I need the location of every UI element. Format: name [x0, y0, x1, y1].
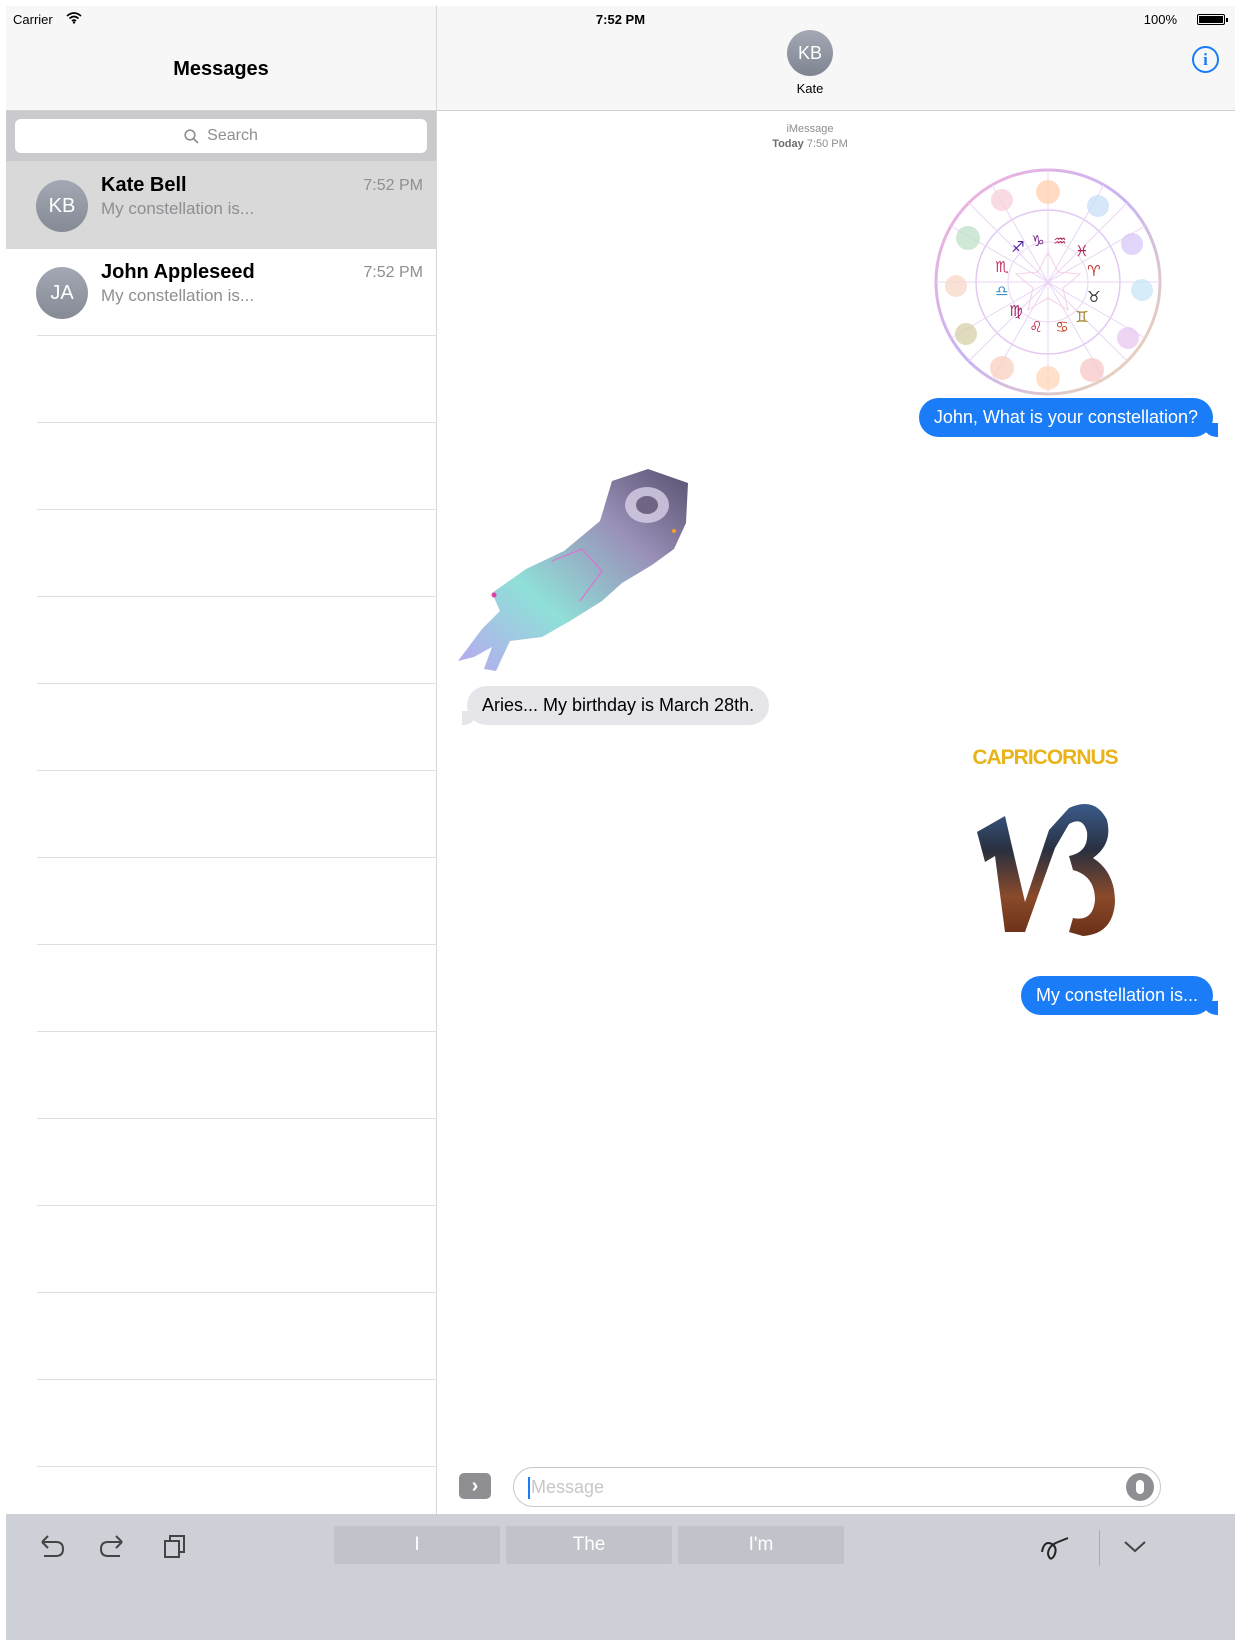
- list-separator: [37, 1379, 437, 1380]
- divider: [1099, 1530, 1100, 1566]
- conversation-name: John Appleseed: [101, 261, 255, 283]
- dismiss-keyboard-icon[interactable]: [1122, 1538, 1148, 1556]
- conversation-preview: My constellation is...: [101, 199, 255, 218]
- svg-text:♍: ♍: [1009, 302, 1022, 320]
- svg-text:♎: ♎: [995, 282, 1008, 300]
- service-label: iMessage: [786, 123, 834, 135]
- list-separator: [37, 422, 437, 423]
- message-bubble-outgoing[interactable]: John, What is your constellation?: [918, 398, 1219, 437]
- suggestion-2[interactable]: The: [506, 1526, 672, 1564]
- timestamp-day: Today: [772, 138, 804, 150]
- list-separator: [37, 944, 437, 945]
- conversation-panel: KB Kate i iMessage Today 7:50 PM ♑ ♒ ♓ ♈…: [437, 6, 1235, 1584]
- svg-text:♋: ♋: [1055, 318, 1068, 336]
- handwriting-icon[interactable]: [1038, 1532, 1072, 1562]
- search-placeholder: Search: [207, 127, 258, 144]
- conversation-time: 7:52 PM: [363, 177, 423, 194]
- svg-text:♌: ♌: [1029, 318, 1042, 336]
- conversation-list-panel: Messages Search KB Kate Bell My constell…: [6, 6, 437, 1584]
- message-input[interactable]: Message: [513, 1467, 1161, 1507]
- zodiac-wheel-sticker[interactable]: ♑ ♒ ♓ ♈ ♉ ♊ ♋ ♌ ♍ ♎ ♏ ♐: [932, 166, 1164, 398]
- message-timestamp: iMessage Today 7:50 PM: [437, 122, 1183, 152]
- svg-text:♊: ♊: [1075, 308, 1088, 326]
- app-drawer-button[interactable]: ›: [459, 1473, 491, 1499]
- status-bar: Carrier 7:52 PM 100%: [6, 6, 1235, 32]
- search-bar-container: Search: [6, 111, 436, 161]
- page-title: Messages: [173, 58, 269, 80]
- list-separator: [37, 1466, 437, 1467]
- list-separator: [37, 770, 437, 771]
- svg-text:♓: ♓: [1075, 242, 1088, 260]
- contact-name[interactable]: Kate: [437, 81, 1183, 96]
- suggestion-3[interactable]: I'm: [678, 1526, 844, 1564]
- paste-icon[interactable]: [161, 1532, 189, 1560]
- search-icon: [184, 128, 199, 144]
- avatar: JA: [36, 267, 88, 319]
- list-separator: [37, 1292, 437, 1293]
- text-cursor: [528, 1477, 530, 1499]
- info-icon: i: [1203, 49, 1208, 69]
- search-input[interactable]: Search: [15, 119, 427, 153]
- undo-icon[interactable]: [36, 1532, 66, 1560]
- list-separator: [37, 1031, 437, 1032]
- list-separator: [37, 335, 437, 336]
- list-separator: [37, 1118, 437, 1119]
- info-button[interactable]: i: [1192, 46, 1219, 73]
- keyboard-shortcut-bar: I The I'm: [6, 1514, 1235, 1640]
- battery-icon: [1197, 14, 1228, 25]
- conversation-row-john-appleseed[interactable]: JA John Appleseed My constellation is...…: [6, 248, 437, 336]
- list-separator: [37, 1205, 437, 1206]
- capricornus-sticker[interactable]: CAPRICORNUS: [965, 746, 1125, 956]
- conversation-time: 7:52 PM: [363, 264, 423, 281]
- battery-percentage: 100%: [1143, 12, 1177, 27]
- svg-text:♐: ♐: [1011, 238, 1024, 256]
- list-separator: [37, 509, 437, 510]
- conversation-preview: My constellation is...: [101, 286, 255, 305]
- message-bubble-incoming[interactable]: Aries... My birthday is March 28th.: [461, 686, 770, 725]
- message-placeholder: Message: [531, 1477, 605, 1497]
- redo-icon[interactable]: [98, 1532, 128, 1560]
- list-separator: [37, 596, 437, 597]
- svg-text:♏: ♏: [995, 258, 1009, 276]
- svg-text:♈: ♈: [1087, 262, 1100, 280]
- timestamp-time: 7:50 PM: [806, 138, 848, 150]
- list-separator: [37, 857, 437, 858]
- conversation-name: Kate Bell: [101, 174, 187, 196]
- chevron-right-icon: ›: [471, 1474, 479, 1497]
- svg-text:♑: ♑: [1031, 232, 1044, 250]
- microphone-icon[interactable]: [1126, 1473, 1154, 1501]
- conversation-row-kate-bell[interactable]: KB Kate Bell My constellation is... 7:52…: [6, 161, 437, 249]
- capricorn-glyph-icon: [977, 804, 1115, 936]
- message-bubble-outgoing[interactable]: My constellation is...: [1020, 976, 1219, 1015]
- aries-ram-sticker[interactable]: [452, 461, 692, 681]
- suggestion-1[interactable]: I: [334, 1526, 500, 1564]
- avatar: KB: [36, 180, 88, 232]
- contact-avatar[interactable]: KB: [787, 30, 833, 76]
- sticker-title: CAPRICORNUS: [972, 746, 1118, 769]
- clock: 7:52 PM: [595, 12, 646, 27]
- list-separator: [37, 683, 437, 684]
- ipad-screen: Messages Search KB Kate Bell My constell…: [6, 6, 1235, 1640]
- svg-text:♒: ♒: [1053, 232, 1066, 250]
- svg-text:♉: ♉: [1087, 288, 1100, 306]
